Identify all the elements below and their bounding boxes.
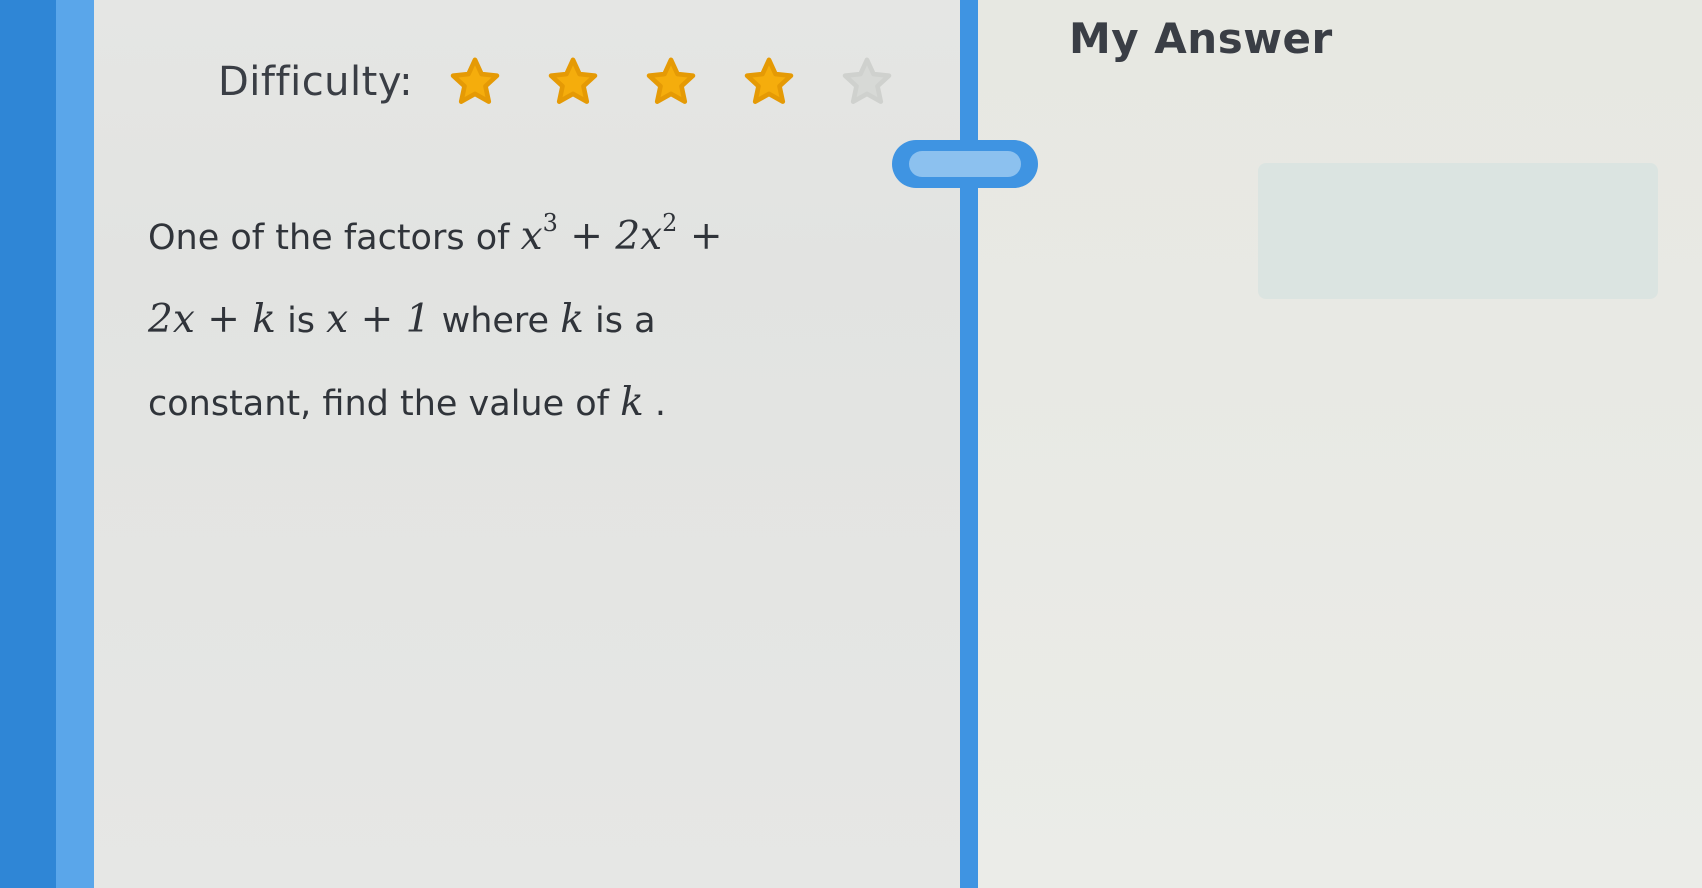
question-text: One of the factors of x3 + 2x2 + 2x + k … bbox=[148, 196, 868, 445]
math-exponent: 2 bbox=[662, 209, 678, 237]
math-exponent: 3 bbox=[542, 209, 558, 237]
math-term: x bbox=[520, 214, 543, 259]
question-is: is bbox=[287, 301, 316, 341]
star-icon bbox=[646, 57, 696, 104]
question-where: where bbox=[441, 301, 550, 341]
difficulty-stars bbox=[447, 54, 895, 110]
answer-title: My Answer bbox=[1069, 14, 1333, 63]
math-polynomial: x3 + 2x2 + bbox=[520, 211, 723, 259]
math-factor: x + 1 bbox=[326, 297, 431, 342]
star-icon bbox=[744, 57, 794, 104]
left-frame-bar bbox=[0, 0, 56, 888]
question-period: . bbox=[654, 384, 667, 424]
difficulty-label: Difficulty: bbox=[218, 59, 414, 105]
star-icon bbox=[450, 57, 500, 104]
answer-input[interactable] bbox=[1258, 163, 1658, 299]
question-line-1: One of the factors of x3 + 2x2 + bbox=[148, 196, 868, 279]
math-k-final: k bbox=[620, 380, 644, 425]
difficulty-row: Difficulty: bbox=[218, 50, 895, 114]
star-icon bbox=[548, 57, 598, 104]
star-icon bbox=[842, 57, 892, 104]
answer-panel bbox=[978, 0, 1702, 888]
resize-handle-icon[interactable] bbox=[892, 140, 1038, 188]
math-term: + 2x bbox=[557, 214, 663, 259]
resize-handle-grip bbox=[909, 151, 1021, 177]
math-term: + bbox=[677, 214, 723, 259]
question-intro: One of the factors of bbox=[148, 218, 510, 258]
panel-divider bbox=[960, 0, 978, 888]
left-frame-inner-bar bbox=[56, 0, 94, 888]
math-k: k bbox=[560, 297, 584, 342]
question-ask: constant, find the value of bbox=[148, 384, 609, 424]
question-line-2: 2x + k is x + 1 where k is a bbox=[148, 279, 868, 362]
math-polynomial-tail: 2x + k bbox=[148, 297, 276, 342]
question-is-a: is a bbox=[595, 301, 656, 341]
question-line-3: constant, find the value of k . bbox=[148, 362, 868, 445]
